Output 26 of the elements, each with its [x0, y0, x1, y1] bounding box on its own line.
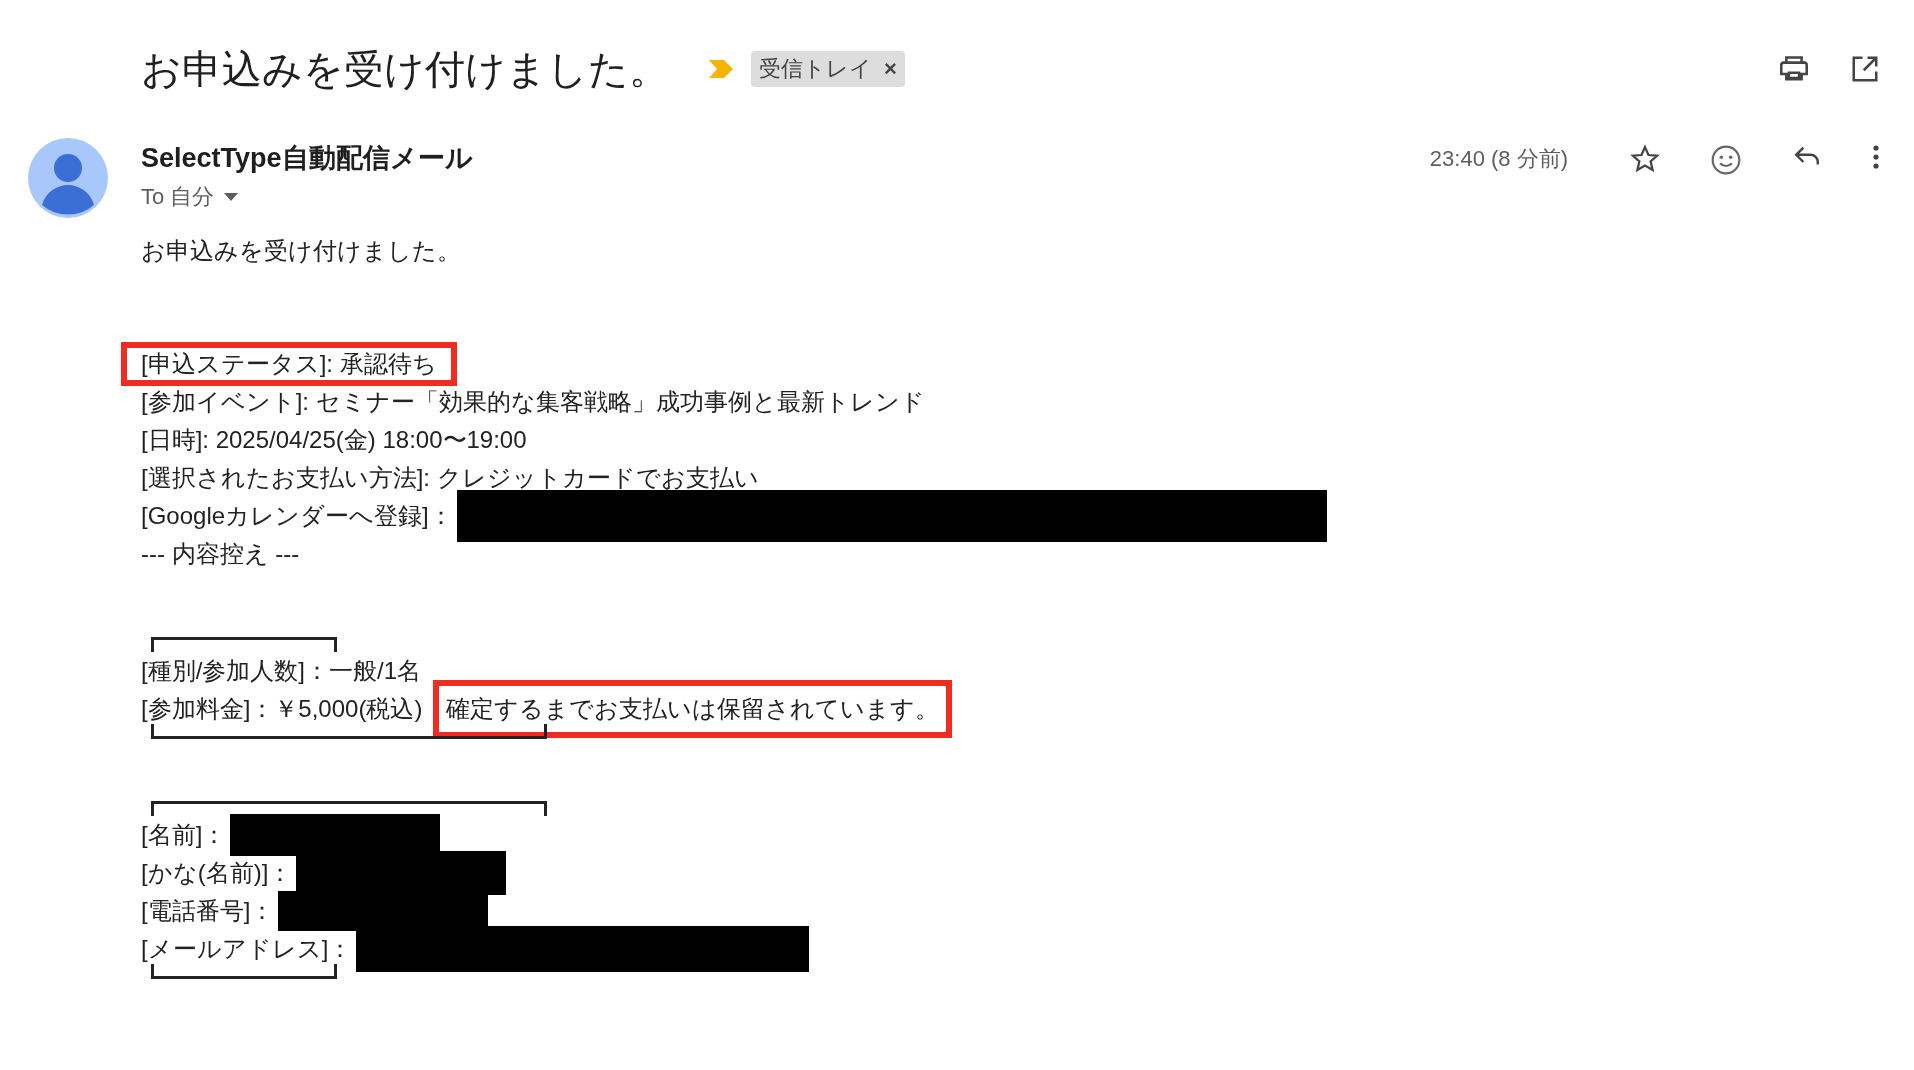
- received-time: 23:40 (8 分前): [1429, 145, 1568, 173]
- more-options-icon[interactable]: [1872, 144, 1880, 170]
- recipient-dropdown[interactable]: To 自分: [141, 182, 239, 212]
- body-text: [メールアドレス]：: [140, 934, 354, 964]
- inbox-label[interactable]: 受信トレイ ×: [751, 51, 905, 87]
- body-text: [かな(名前)]：: [140, 858, 294, 888]
- body-text: [参加イベント]: セミナー「効果的な集客戦略」成功事例と最新トレンド: [140, 387, 926, 417]
- emoji-icon[interactable]: [1710, 144, 1742, 176]
- print-icon[interactable]: [1778, 55, 1810, 83]
- sender-name: SelectType自動配信メール: [141, 142, 474, 175]
- email-subject: お申込みを受け付けました。: [141, 45, 669, 93]
- body-text: お申込みを受け付けました。: [141, 236, 461, 266]
- body-text: [Googleカレンダーへ登録]：: [140, 501, 454, 531]
- body-text: --- 内容控え ---: [140, 539, 301, 569]
- body-text: [参加料金]：￥5,000(税込): [140, 694, 424, 724]
- remove-label-button[interactable]: ×: [884, 56, 897, 82]
- open-in-new-window-icon[interactable]: [1850, 54, 1880, 84]
- body-text: [電話番号]：: [140, 896, 276, 926]
- highlighted-text: [申込ステータス]: 承認待ち: [121, 342, 457, 386]
- body-text: [名前]：: [140, 820, 228, 850]
- highlighted-note: 確定するまでお支払いは保留されています。: [436, 683, 950, 735]
- body-text: [日時]: 2025/04/25(金) 18:00〜19:00: [140, 425, 528, 455]
- body-text: [種別/参加人数]：一般/1名: [140, 656, 423, 686]
- body-text: [選択されたお支払い方法]: クレジットカードでお支払い: [140, 463, 760, 493]
- star-icon[interactable]: [1630, 144, 1660, 174]
- caret-icon: [224, 193, 239, 201]
